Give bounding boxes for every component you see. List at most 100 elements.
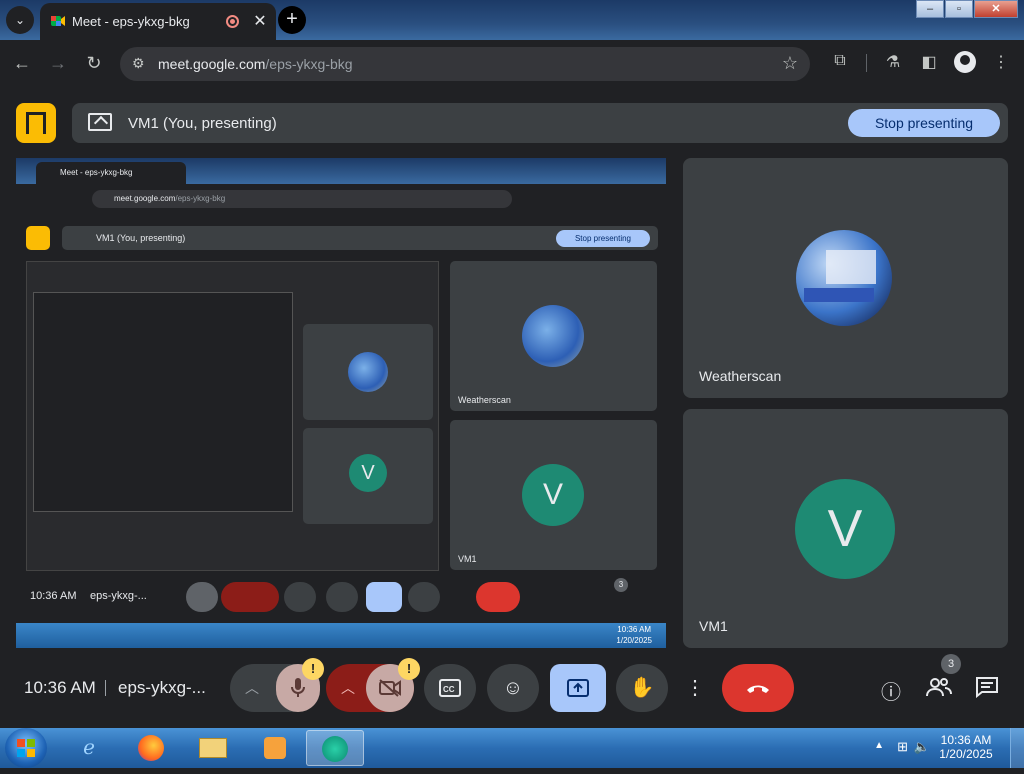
nested-deep-tile: V	[303, 428, 433, 524]
nested-vm1-avatar: V	[522, 464, 584, 526]
minimize-button[interactable]: –	[916, 0, 944, 18]
reload-icon[interactable]: ↻	[83, 53, 105, 74]
meeting-code[interactable]: eps-ykxg-...	[118, 678, 206, 698]
presentation-screen: Meet - eps-ykxg-bkg meet.google.com/eps-…	[16, 158, 666, 648]
weatherscan-avatar-image	[796, 230, 892, 326]
emoji-reactions-button[interactable]: ☺	[487, 664, 539, 712]
nested-controls-bar: 10:36 AM eps-ykxg-... 3	[16, 578, 666, 618]
leave-call-button[interactable]	[722, 664, 794, 712]
back-icon[interactable]: ←	[11, 53, 33, 74]
camera-off-icon	[379, 679, 401, 697]
people-icon[interactable]	[926, 676, 952, 702]
participant-name: Weatherscan	[699, 368, 782, 384]
people-glyph-icon	[926, 678, 952, 697]
taskbar-firefox-icon[interactable]	[122, 730, 180, 766]
mic-options-chevron-icon[interactable]: ︿	[230, 664, 274, 712]
windows-taskbar: ℯ ▲ ⊞ 🔈 10:36 AM 1/20/2025	[0, 728, 1024, 768]
more-options-button[interactable]: ⋮	[676, 664, 714, 712]
tray-network-icon[interactable]: ⊞	[897, 739, 908, 755]
hangup-phone-icon	[747, 685, 769, 693]
raise-hand-button[interactable]: ✋	[616, 664, 668, 712]
recording-icon	[226, 15, 239, 28]
hand-icon: ✋	[629, 677, 655, 699]
nested-brand-icon	[26, 226, 50, 250]
url-text: meet.google.com/eps-ykxg-bkg	[158, 56, 353, 72]
browser-tab-strip: ⌄ Meet - eps-ykxg-bkg ✕ + – ▫ ✕	[0, 0, 1024, 40]
nested-deep-avatar: V	[349, 454, 387, 492]
captions-button[interactable]: CC	[424, 664, 476, 712]
meeting-clock: 10:36 AM	[24, 678, 96, 697]
menu-kebab-icon[interactable]: ⋮	[990, 52, 1012, 72]
stop-presenting-button[interactable]: Stop presenting	[848, 109, 1000, 137]
bookmark-star-icon[interactable]: ☆	[782, 53, 798, 74]
nested-clock: 10:36 AM	[30, 590, 77, 602]
address-bar[interactable]: ⚙ meet.google.com/eps-ykxg-bkg ☆	[120, 47, 810, 81]
labs-flask-icon[interactable]: ⚗	[882, 52, 904, 72]
tab-meet[interactable]: Meet - eps-ykxg-bkg ✕	[40, 3, 276, 40]
nested-tile-vm1: V VM1	[450, 420, 657, 570]
meet-brand-door-icon[interactable]	[16, 103, 56, 143]
chat-icon[interactable]	[974, 676, 1000, 702]
browser-toolbar: ← → ↻ ⚙ meet.google.com/eps-ykxg-bkg ☆ ⧉…	[0, 40, 1024, 86]
nested-participant-count: 3	[614, 578, 628, 592]
chat-bubble-icon	[976, 677, 998, 699]
tab-title: Meet - eps-ykxg-bkg	[72, 14, 190, 29]
windows-logo-icon	[17, 739, 35, 757]
nested-deep-tile	[303, 324, 433, 420]
nested-weatherscan-image-icon	[522, 305, 584, 367]
taskbar-chrome-meet-icon[interactable]	[306, 730, 364, 766]
nested-tile-weatherscan: Weatherscan	[450, 261, 657, 411]
participant-name: VM1	[699, 618, 728, 634]
nested-tile-name: Weatherscan	[458, 395, 511, 405]
side-panel-icon[interactable]: ◧	[918, 52, 940, 72]
nested-meeting-code: eps-ykxg-...	[90, 590, 147, 602]
nested-tray-clock: 10:36 AM 1/20/2025	[616, 625, 652, 645]
maximize-button[interactable]: ▫	[945, 0, 973, 18]
nested-presented-screen: V	[26, 261, 439, 571]
emoji-icon: ☺	[502, 677, 524, 699]
nested-emoji-button	[326, 582, 358, 612]
present-now-button[interactable]	[550, 664, 606, 712]
window-controls: – ▫ ✕	[915, 0, 1018, 20]
present-screen-icon	[88, 113, 112, 131]
nested-hangup-button	[476, 582, 520, 612]
nested-stop-presenting: Stop presenting	[556, 230, 650, 247]
forward-icon[interactable]: →	[47, 53, 69, 74]
nested-deeper-screen	[33, 292, 293, 512]
nested-tile-name: VM1	[458, 554, 477, 564]
tray-date: 1/20/2025	[939, 747, 993, 761]
new-tab-button[interactable]: +	[278, 6, 306, 34]
camera-warning-badge: !	[398, 658, 420, 680]
tab-close-icon[interactable]: ✕	[250, 11, 270, 31]
close-window-button[interactable]: ✕	[974, 0, 1018, 18]
tab-search-icon[interactable]: ⌄	[6, 6, 34, 34]
nested-deep-image-icon	[348, 352, 388, 392]
svg-text:CC: CC	[443, 685, 455, 694]
taskbar-ie-icon[interactable]: ℯ	[60, 730, 118, 766]
taskbar-explorer-folder-icon[interactable]	[184, 730, 242, 766]
nested-present-button	[366, 582, 402, 612]
present-screen-icon	[567, 679, 589, 697]
captions-icon: CC	[439, 679, 461, 697]
more-vert-icon: ⋮	[685, 677, 705, 699]
start-orb-icon[interactable]	[5, 728, 47, 768]
tray-show-hidden-icon[interactable]: ▲	[874, 740, 884, 751]
nested-taskbar: 10:36 AM 1/20/2025	[16, 623, 666, 648]
camera-options-chevron-icon[interactable]: ︿	[326, 664, 370, 712]
nested-address-bar: meet.google.com/eps-ykxg-bkg	[92, 190, 512, 208]
participant-count-badge: 3	[941, 654, 961, 674]
nested-tab-strip: Meet - eps-ykxg-bkg	[16, 158, 666, 184]
presenting-label: VM1 (You, presenting)	[128, 115, 277, 132]
tray-clock[interactable]: 10:36 AM 1/20/2025	[934, 733, 998, 761]
site-info-icon[interactable]: ⚙	[132, 55, 145, 72]
show-desktop-button[interactable]	[1010, 728, 1024, 768]
participant-tile-weatherscan[interactable]: Weatherscan	[683, 158, 1008, 398]
meet-favicon-icon	[51, 16, 65, 26]
participant-tile-vm1[interactable]: V VM1	[683, 409, 1008, 648]
meeting-details-info-icon[interactable]: ⓘ	[878, 676, 904, 704]
tray-volume-muted-icon[interactable]: 🔈	[914, 739, 930, 755]
extensions-icon[interactable]: ⧉	[829, 52, 851, 70]
presenting-bar: VM1 (You, presenting) Stop presenting	[72, 103, 1008, 143]
profile-avatar-icon[interactable]	[954, 51, 976, 73]
taskbar-media-player-icon[interactable]	[246, 730, 304, 766]
